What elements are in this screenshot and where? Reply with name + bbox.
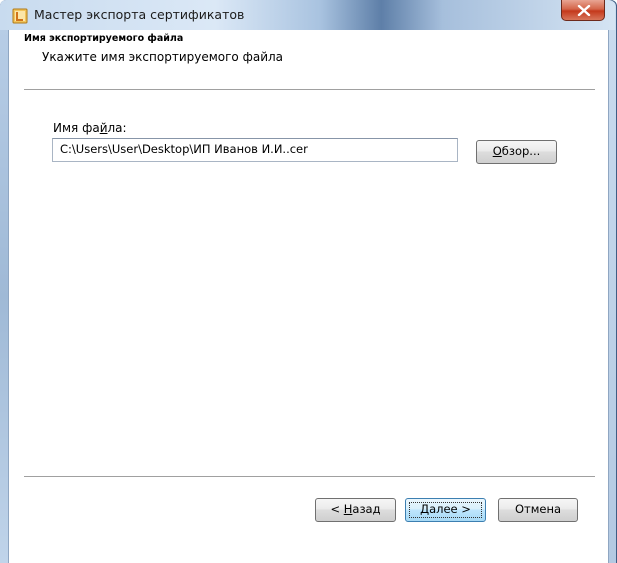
- certificate-wizard-icon: [12, 8, 28, 24]
- window-title: Мастер экспорта сертификатов: [34, 7, 245, 22]
- header-divider: [24, 89, 595, 91]
- file-name-label: Имя файла:: [53, 121, 127, 135]
- back-button[interactable]: < Назад: [315, 498, 396, 522]
- close-icon: [577, 5, 591, 16]
- next-button[interactable]: Далее >: [405, 498, 486, 522]
- cancel-button[interactable]: Отмена: [498, 498, 578, 522]
- file-name-input[interactable]: C:\Users\User\Desktop\ИП Иванов И.И..cer: [52, 138, 458, 162]
- close-button[interactable]: [561, 0, 605, 21]
- focus-rectangle: [409, 502, 482, 518]
- dialog-client-area: [8, 30, 609, 563]
- page-title: Имя экспортируемого файла: [24, 33, 184, 44]
- page-subtitle: Укажите имя экспортируемого файла: [42, 50, 284, 64]
- window-left-border: [0, 30, 8, 563]
- title-bar[interactable]: Мастер экспорта сертификатов: [0, 0, 615, 30]
- footer-divider: [24, 476, 595, 478]
- browse-button[interactable]: Обзор...: [476, 140, 557, 164]
- window-right-border: [609, 30, 616, 563]
